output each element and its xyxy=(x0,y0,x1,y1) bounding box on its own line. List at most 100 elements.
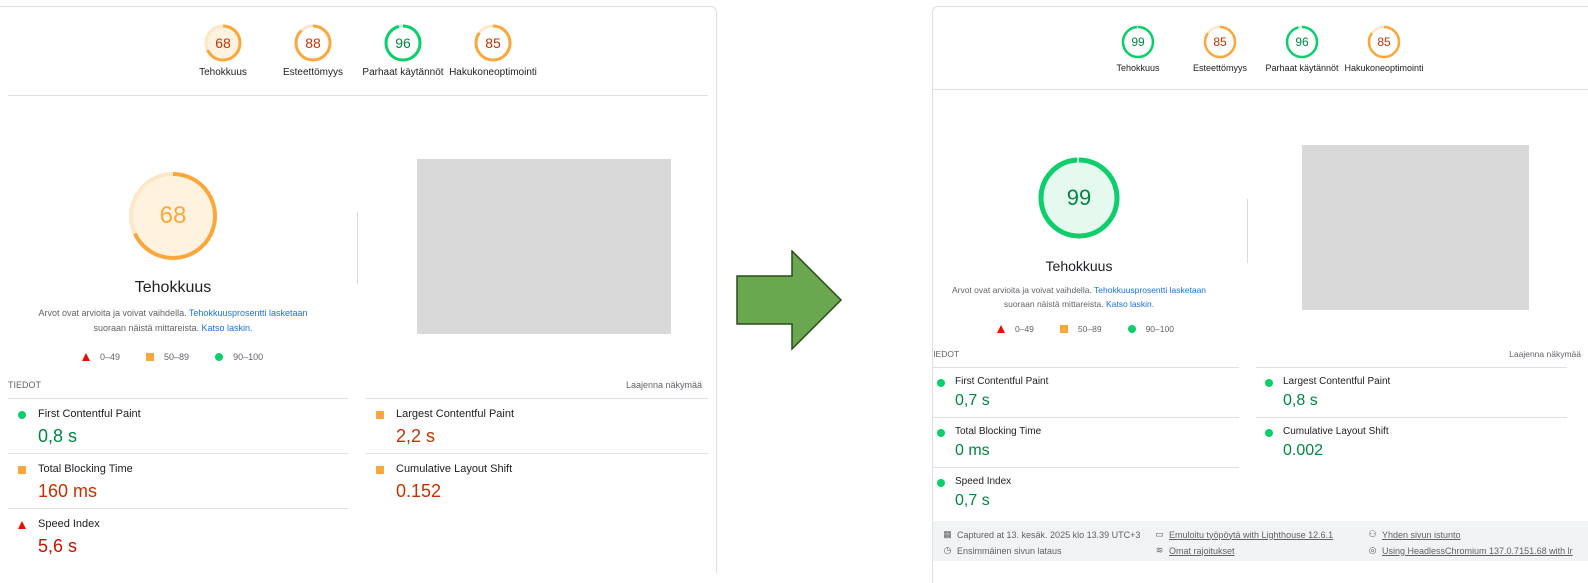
calc-link[interactable]: Tehokkuusprosentti lasketaan xyxy=(1094,285,1206,295)
gauge-label: Tehokkuus xyxy=(1116,63,1160,73)
metrics-header: TIEDOT Laajenna näkymää xyxy=(933,349,1581,359)
expand-view-toggle[interactable]: Laajenna näkymää xyxy=(1509,349,1581,359)
first-load: ◷ Ensimmäinen sivun lataus xyxy=(942,545,1062,556)
gauge-best-practices[interactable]: 96 Parhaat käytännöt xyxy=(358,23,448,78)
category-title: Tehokkuus xyxy=(134,279,212,296)
metric-value: 0,8 s xyxy=(38,426,78,446)
metric-name: Total Blocking Time xyxy=(955,426,1042,437)
metric-name: Largest Contentful Paint xyxy=(1283,376,1391,387)
category-title: Tehokkuus xyxy=(1045,258,1113,274)
metric-lcp: Largest Contentful Paint 0,8 s xyxy=(1256,367,1567,417)
legend-average: 50–89 xyxy=(1059,324,1102,334)
metric-fcp: First Contentful Paint 0,8 s xyxy=(8,398,348,453)
legend-fail: 0–49 xyxy=(997,324,1034,334)
score-description: Arvot ovat arvioita ja voivat vaihdella.… xyxy=(28,306,318,336)
desktop-icon: ▭ xyxy=(1155,529,1164,539)
gauge-best-practices[interactable]: 96 Parhaat käytännöt xyxy=(1261,25,1343,73)
metric-name: Speed Index xyxy=(955,476,1012,487)
metric-name: Cumulative Layout Shift xyxy=(1283,426,1389,437)
page-screenshot xyxy=(1302,145,1529,310)
main-score-gauge: 99 xyxy=(1037,156,1121,240)
main-score: 99 xyxy=(1066,185,1092,210)
gauge-seo[interactable]: 85 Hakukoneoptimointi xyxy=(448,23,538,78)
throttling[interactable]: ≋ Omat rajoitukset xyxy=(1154,545,1235,556)
timer-icon: ◷ xyxy=(943,545,952,555)
metric-tbt: Total Blocking Time 0 ms xyxy=(933,417,1239,467)
session-type[interactable]: ⚇ Yhden sivun istunto xyxy=(1367,529,1461,540)
pass-icon xyxy=(1265,429,1273,437)
gauge-score: 68 xyxy=(215,35,231,51)
gauge-accessibility[interactable]: 88 Esteettömyys xyxy=(268,23,358,78)
calculator-link[interactable]: Katso laskin. xyxy=(202,323,253,333)
metric-cls: Cumulative Layout Shift 0.152 xyxy=(366,453,708,508)
metric-name: Speed Index xyxy=(38,518,100,530)
gauge-accessibility[interactable]: 85 Esteettömyys xyxy=(1179,25,1261,73)
metric-value: 0.002 xyxy=(1283,442,1324,459)
metric-value: 160 ms xyxy=(38,481,98,501)
gauge-score: 85 xyxy=(485,35,501,51)
report-before: 68 Tehokkuus 88 Esteettömyys 96 Parhaat … xyxy=(0,6,717,573)
legend-average: 50–89 xyxy=(146,352,189,362)
score-legend: 0–49 50–89 90–100 xyxy=(997,324,1200,334)
score-description: Arvot ovat arvioita ja voivat vaihdella.… xyxy=(945,283,1213,311)
category-gauges: 68 Tehokkuus 88 Esteettömyys 96 Parhaat … xyxy=(0,23,716,78)
first-load-text: Ensimmäinen sivun lataus xyxy=(957,545,1062,556)
metric-fcp: First Contentful Paint 0,7 s xyxy=(933,367,1239,417)
main-score: 68 xyxy=(159,202,187,229)
fail-icon xyxy=(18,521,26,529)
emulated-device[interactable]: ▭ Emuloitu työpöytä with Lighthouse 12.6.… xyxy=(1154,529,1333,540)
metric-speed-index: Speed Index 5,6 s xyxy=(8,508,348,563)
nodes-icon: ⚇ xyxy=(1368,529,1377,539)
gauge-score: 96 xyxy=(395,35,411,51)
metric-value: 0,7 s xyxy=(955,392,990,409)
gauge-score: 96 xyxy=(1295,35,1309,49)
metric-value: 0,8 s xyxy=(1283,392,1318,409)
pass-icon xyxy=(937,379,945,387)
gauge-label: Hakukoneoptimointi xyxy=(1344,63,1424,73)
pass-icon xyxy=(215,353,224,361)
average-icon xyxy=(18,466,26,474)
metric-speed-index: Speed Index 0,7 s xyxy=(933,467,1239,517)
desc-text: Arvot ovat arvioita ja voivat vaihdella. xyxy=(951,285,1092,295)
pass-icon xyxy=(937,429,945,437)
category-gauges: 99 Tehokkuus 85 Esteettömyys 96 Parhaat … xyxy=(933,25,1588,73)
main-score-gauge: 68 xyxy=(128,171,218,261)
metric-value: 0,7 s xyxy=(955,492,990,509)
calc-link[interactable]: Tehokkuusprosentti lasketaan xyxy=(189,308,308,318)
throttling-text: Omat rajoitukset xyxy=(1169,545,1235,556)
metric-name: First Contentful Paint xyxy=(955,376,1049,387)
runtime-settings-footer: ▦ Captured at 13. kesäk. 2025 klo 13.39 U… xyxy=(933,521,1588,561)
gauge-score: 85 xyxy=(1377,35,1391,49)
pass-icon xyxy=(18,411,26,419)
page-screenshot xyxy=(417,159,671,334)
gauge-label: Esteettömyys xyxy=(1192,63,1248,73)
gauge-label: Hakukoneoptimointi xyxy=(449,67,537,78)
metric-name: Largest Contentful Paint xyxy=(396,408,515,420)
average-icon xyxy=(146,353,155,361)
browser-version[interactable]: ◎ Using HeadlessChromium 137.0.7151.68 wi… xyxy=(1367,545,1573,556)
metric-name: Cumulative Layout Shift xyxy=(396,463,513,475)
gauge-score: 99 xyxy=(1131,35,1145,49)
gauge-label: Parhaat käytännöt xyxy=(362,67,444,78)
gauge-label: Tehokkuus xyxy=(199,67,247,78)
session-text: Yhden sivun istunto xyxy=(1382,529,1461,540)
desc-text: Arvot ovat arvioita ja voivat vaihdella. xyxy=(38,308,187,318)
score-legend: 0–49 50–89 90–100 xyxy=(82,352,289,362)
fail-icon xyxy=(82,353,90,361)
gauge-performance[interactable]: 99 Tehokkuus xyxy=(1097,25,1179,73)
gauge-performance[interactable]: 68 Tehokkuus xyxy=(178,23,268,78)
gauge-seo[interactable]: 85 Hakukoneoptimointi xyxy=(1343,25,1425,73)
emulated-text: Emuloitu työpöytä with Lighthouse 12.6.1 xyxy=(1169,529,1334,540)
calculator-link[interactable]: Katso laskin. xyxy=(1106,299,1154,309)
metric-name: Total Blocking Time xyxy=(38,463,133,475)
legend-label: 90–100 xyxy=(233,352,264,362)
metric-value: 0 ms xyxy=(955,442,990,459)
divider xyxy=(8,95,708,96)
legend-label: 0–49 xyxy=(100,352,121,362)
pass-icon xyxy=(937,479,945,487)
report-after: 99 Tehokkuus 85 Esteettömyys 96 Parhaat … xyxy=(932,6,1588,583)
metric-value: 5,6 s xyxy=(38,536,78,556)
expand-view-toggle[interactable]: Laajenna näkymää xyxy=(626,380,702,390)
legend-fail: 0–49 xyxy=(82,352,120,362)
metric-name: First Contentful Paint xyxy=(38,408,141,420)
